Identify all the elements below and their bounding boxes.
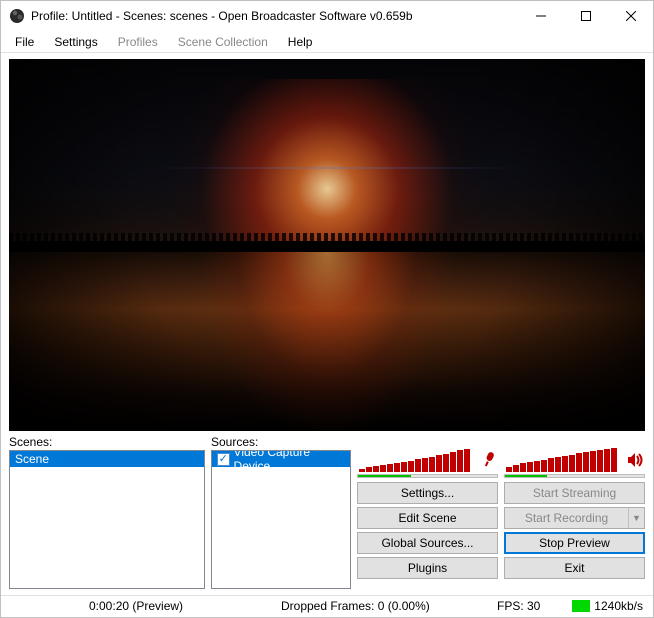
menu-profiles[interactable]: Profiles <box>112 33 164 51</box>
menu-help[interactable]: Help <box>282 33 319 51</box>
scenes-panel: Scenes: Scene <box>9 435 205 589</box>
app-icon <box>9 8 25 24</box>
scenes-listbox[interactable]: Scene <box>9 450 205 589</box>
buttons-grid: Settings... Start Streaming Edit Scene S… <box>357 482 645 579</box>
minimize-button[interactable] <box>518 1 563 31</box>
list-item[interactable]: ✓ Video Capture Device <box>212 451 350 467</box>
bottom-area: Scenes: Scene Sources: ✓ Video Capture D… <box>1 435 653 589</box>
menu-file[interactable]: File <box>9 33 40 51</box>
scene-item-label: Scene <box>15 452 49 466</box>
speaker-level-bar[interactable] <box>504 474 645 478</box>
settings-button[interactable]: Settings... <box>357 482 498 504</box>
global-sources-button[interactable]: Global Sources... <box>357 532 498 554</box>
window-controls <box>518 1 653 31</box>
start-streaming-button[interactable]: Start Streaming <box>504 482 645 504</box>
microphone-icon[interactable] <box>482 451 498 472</box>
status-bitrate: 1240kb/s <box>594 599 643 613</box>
chevron-down-icon[interactable]: ▼ <box>628 508 644 528</box>
exit-button[interactable]: Exit <box>504 557 645 579</box>
status-bitrate-group: 1240kb/s <box>572 599 643 613</box>
menubar: File Settings Profiles Scene Collection … <box>1 31 653 53</box>
plugins-button[interactable]: Plugins <box>357 557 498 579</box>
right-panel: Settings... Start Streaming Edit Scene S… <box>357 435 645 589</box>
sources-listbox[interactable]: ✓ Video Capture Device <box>211 450 351 589</box>
sources-label: Sources: <box>211 435 351 449</box>
preview-viewport[interactable] <box>9 59 645 431</box>
window-title: Profile: Untitled - Scenes: scenes - Ope… <box>31 9 518 23</box>
mic-meter <box>357 448 498 472</box>
status-dropped-frames: Dropped Frames: 0 (0.00%) <box>281 599 430 613</box>
checkbox-icon[interactable]: ✓ <box>217 453 230 466</box>
start-recording-button[interactable]: Start Recording ▼ <box>504 507 645 529</box>
maximize-button[interactable] <box>563 1 608 31</box>
audio-meters <box>357 448 645 478</box>
status-time: 0:00:20 (Preview) <box>89 599 183 613</box>
sources-panel: Sources: ✓ Video Capture Device <box>211 435 351 589</box>
statusbar: 0:00:20 (Preview) Dropped Frames: 0 (0.0… <box>1 595 653 615</box>
scenes-label: Scenes: <box>9 435 205 449</box>
menu-scene-collection[interactable]: Scene Collection <box>172 33 274 51</box>
titlebar: Profile: Untitled - Scenes: scenes - Ope… <box>1 1 653 31</box>
list-item[interactable]: Scene <box>10 451 204 467</box>
speaker-meter <box>504 448 645 472</box>
status-fps: FPS: 30 <box>497 599 540 613</box>
stop-preview-button[interactable]: Stop Preview <box>504 532 645 554</box>
mic-level-bar[interactable] <box>357 474 498 478</box>
edit-scene-button[interactable]: Edit Scene <box>357 507 498 529</box>
speaker-icon[interactable] <box>627 451 645 472</box>
close-button[interactable] <box>608 1 653 31</box>
menu-settings[interactable]: Settings <box>48 33 103 51</box>
bitrate-indicator-icon <box>572 600 590 612</box>
source-item-label: Video Capture Device <box>234 450 345 473</box>
